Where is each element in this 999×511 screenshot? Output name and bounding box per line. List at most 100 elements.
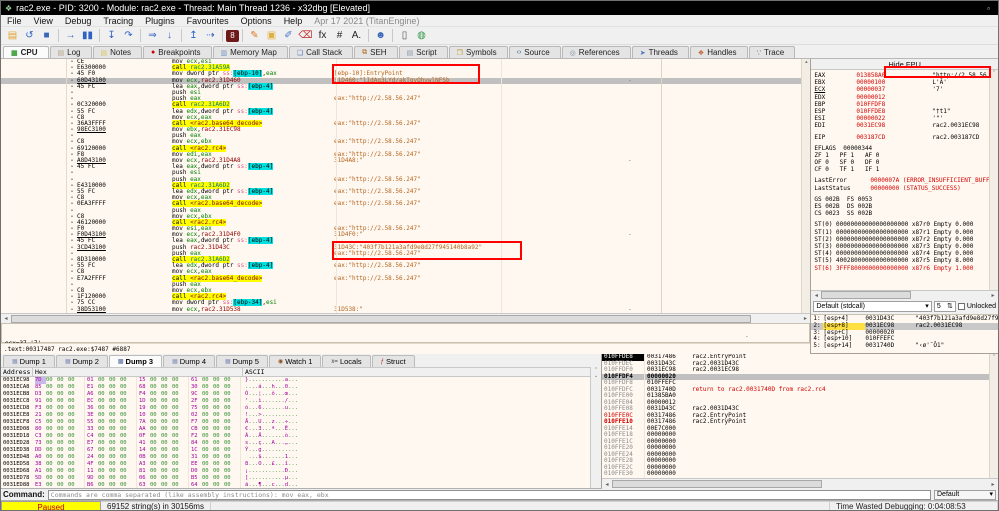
arg-count-stepper[interactable]: 5⇅ bbox=[934, 301, 956, 312]
dump-tab-dump-1[interactable]: ▦Dump 1 bbox=[3, 355, 55, 367]
register-row[interactable]: EIP003187CDrac2.003187CD bbox=[814, 134, 989, 141]
open-file-icon[interactable]: ▤ bbox=[4, 28, 21, 43]
menu-help[interactable]: Help bbox=[278, 16, 309, 26]
step-out-icon[interactable]: ↥ bbox=[185, 28, 202, 43]
disasm-row[interactable]: •38D53100mov ecx,rac2.31D53831D538:"- bbox=[1, 307, 810, 313]
dump-row[interactable]: 0031ED58380000004F000000A3000000EE000000… bbox=[1, 461, 590, 468]
tab-handles[interactable]: ❖Handles bbox=[690, 46, 748, 58]
tab-memory-map[interactable]: ▥Memory Map bbox=[213, 46, 288, 58]
tab-references[interactable]: ◎References bbox=[562, 46, 631, 58]
register-row[interactable]: ZF 1 PF 1 AF 0 bbox=[814, 152, 989, 159]
patch-pencil-icon[interactable]: ✎ bbox=[246, 28, 263, 43]
register-row[interactable]: LastError0000007A (ERROR_INSUFFICIENT_BU… bbox=[814, 177, 989, 184]
tab-notes[interactable]: ▤Notes bbox=[93, 46, 143, 58]
tab-cpu[interactable]: ▦CPU bbox=[3, 46, 49, 58]
stack-row[interactable]: 010FFE3000000000 bbox=[602, 471, 989, 478]
scroll-thumb[interactable] bbox=[11, 315, 751, 323]
tab-breakpoints[interactable]: ●Breakpoints bbox=[143, 46, 211, 58]
hash-icon[interactable]: # bbox=[331, 28, 348, 43]
stack-vscrollbar[interactable]: ⌃ bbox=[989, 354, 998, 478]
run-icon[interactable]: → bbox=[62, 28, 79, 43]
scroll-left-icon[interactable]: ◂ bbox=[1, 315, 11, 322]
tab-script[interactable]: ▤Script bbox=[399, 46, 448, 58]
dump-row[interactable]: 0031ED88E3000000B60000006300000064000000… bbox=[1, 482, 590, 488]
dump-row[interactable]: 0031ED18C3000000C40000000F000000F2000000… bbox=[1, 433, 590, 440]
stop-icon[interactable]: ■ bbox=[38, 28, 55, 43]
pause-icon[interactable]: ▮▮ bbox=[79, 28, 96, 43]
dump-vscrollbar[interactable]: ⌃⌄ bbox=[590, 367, 601, 488]
dump-row[interactable]: 0031ED2873000000E70000004100000084000000… bbox=[1, 440, 590, 447]
register-row[interactable]: ST(1) 00000000000000000000 x87r1 Empty 0… bbox=[814, 229, 989, 236]
run-to-selection-icon[interactable]: ⇒ bbox=[144, 28, 161, 43]
register-row[interactable]: ST(2) 00000000000000000000 x87r2 Empty 0… bbox=[814, 236, 989, 243]
dump-row[interactable]: 0031ED48A0000000240000000B00000031000000… bbox=[1, 454, 590, 461]
command-input[interactable] bbox=[48, 490, 931, 500]
dump-tab-dump-3[interactable]: ▦Dump 3 bbox=[109, 355, 162, 367]
user-icon[interactable]: ☻ bbox=[372, 28, 389, 43]
argument-row[interactable]: 5:[esp+14]0031740D"‹ø'¯Ô1" bbox=[811, 343, 998, 350]
stack-hscrollbar[interactable]: ◂ ▸ bbox=[602, 478, 998, 489]
disassembly-vscrollbar[interactable]: ▴ bbox=[801, 59, 810, 313]
register-row[interactable]: ESI00000022'"' bbox=[814, 115, 989, 122]
register-row[interactable]: ST(3) 00000000000000000000 x87r3 Empty 0… bbox=[814, 243, 989, 250]
dump-row[interactable]: 0031ECA885000000E10000006800000030000000… bbox=[1, 384, 590, 391]
register-row[interactable]: EDX00000012 bbox=[814, 94, 989, 101]
dump-row[interactable]: 0031ED088000000033000000AA000000CB000000… bbox=[1, 426, 590, 433]
registers-hscrollbar[interactable]: ◂ ▸ bbox=[811, 290, 998, 299]
dump-tab-dump-5[interactable]: ▦Dump 5 bbox=[216, 355, 268, 367]
register-row[interactable]: OF 0 SF 0 DF 0 bbox=[814, 159, 989, 166]
register-row[interactable]: CS 0023 SS 002B bbox=[814, 210, 989, 217]
calling-convention-select[interactable]: Default (stdcall)▾ bbox=[813, 301, 931, 312]
menu-options[interactable]: Options bbox=[235, 16, 278, 26]
window-control[interactable]: ▫ bbox=[987, 4, 994, 13]
register-row[interactable]: ST(6) 3FFF8000000000000000 x87r6 Empty 1… bbox=[814, 265, 989, 272]
menu-file[interactable]: File bbox=[1, 16, 28, 26]
unlocked-checkbox[interactable]: Unlocked bbox=[958, 303, 996, 310]
exception-8ball-icon[interactable]: 8 bbox=[226, 30, 239, 42]
scroll-left-icon[interactable]: ◂ bbox=[602, 481, 612, 488]
scroll-right-icon[interactable]: ▸ bbox=[988, 481, 998, 488]
register-row[interactable]: ESP010FFDE8"†t1" bbox=[814, 108, 989, 115]
register-row[interactable]: EAX013858A0"http://2.58.56.247" bbox=[814, 72, 989, 79]
scroll-left-icon[interactable]: ◂ bbox=[811, 292, 821, 299]
globe-icon[interactable]: ◍ bbox=[413, 28, 430, 43]
step-animate-icon[interactable]: ↓ bbox=[161, 28, 178, 43]
dump-row[interactable]: 0031ECF8C5000000550000007A000000F7000000… bbox=[1, 419, 590, 426]
scroll-thumb[interactable] bbox=[612, 480, 822, 488]
tab-log[interactable]: ▤Log bbox=[50, 46, 92, 58]
skip-next-icon[interactable]: ⇢ bbox=[202, 28, 219, 43]
register-row[interactable]: ES 002B DS 002B bbox=[814, 203, 989, 210]
tab-symbols[interactable]: ❒Symbols bbox=[449, 46, 508, 58]
database-icon[interactable]: ▣ bbox=[263, 28, 280, 43]
tab-trace[interactable]: ∵Trace bbox=[749, 46, 796, 58]
fx-expression-icon[interactable]: fx bbox=[314, 28, 331, 43]
eraser-icon[interactable]: ⌫ bbox=[297, 28, 314, 43]
registers-vscrollbar[interactable]: ⌃ bbox=[989, 70, 998, 290]
step-into-icon[interactable]: ↧ bbox=[103, 28, 120, 43]
dump-row[interactable]: 0031ECE8210000003E0000001000000002000000… bbox=[1, 412, 590, 419]
register-row[interactable]: EBP010FFDF8 bbox=[814, 101, 989, 108]
scroll-thumb[interactable] bbox=[821, 291, 911, 299]
tab-seh[interactable]: ⧉SEH bbox=[354, 46, 397, 58]
register-row[interactable]: LastStatus00000000 (STATUS_SUCCESS) bbox=[814, 185, 989, 192]
disassembly-hscrollbar[interactable]: ◂ ▸ bbox=[1, 313, 810, 323]
command-syntax-select[interactable]: Default▾ bbox=[934, 490, 996, 500]
hide-fpu-button[interactable]: Hide FPU bbox=[811, 59, 998, 70]
menu-tracing[interactable]: Tracing bbox=[97, 16, 139, 26]
dump-row[interactable]: 0031ED38DD00000067000000140000001C000000… bbox=[1, 447, 590, 454]
scroll-right-icon[interactable]: ▸ bbox=[800, 315, 810, 322]
dump-tab-dump-4[interactable]: ▦Dump 4 bbox=[163, 355, 215, 367]
restart-icon[interactable]: ↺ bbox=[21, 28, 38, 43]
breakpoint-dot[interactable]: • bbox=[67, 307, 77, 313]
register-row[interactable]: ST(4) 00000000000000000000 x87r4 Empty 0… bbox=[814, 250, 989, 257]
menu-view[interactable]: View bbox=[28, 16, 59, 26]
dump-tab-struct[interactable]: ƒStruct bbox=[372, 355, 415, 367]
tab-call-stack[interactable]: ❏Call Stack bbox=[289, 46, 353, 58]
menu-debug[interactable]: Debug bbox=[59, 16, 98, 26]
menu-favourites[interactable]: Favourites bbox=[181, 16, 235, 26]
dump-row[interactable]: 0031EC987D000000010000001500000061000000… bbox=[1, 377, 590, 384]
dump-tab-dump-2[interactable]: ▦Dump 2 bbox=[56, 355, 108, 367]
dump-row[interactable]: 0031ECD8F3000000360000001900000075000000… bbox=[1, 405, 590, 412]
dump-tab-watch-1[interactable]: ◉Watch 1 bbox=[269, 355, 321, 367]
step-over-icon[interactable]: ↷ bbox=[120, 28, 137, 43]
